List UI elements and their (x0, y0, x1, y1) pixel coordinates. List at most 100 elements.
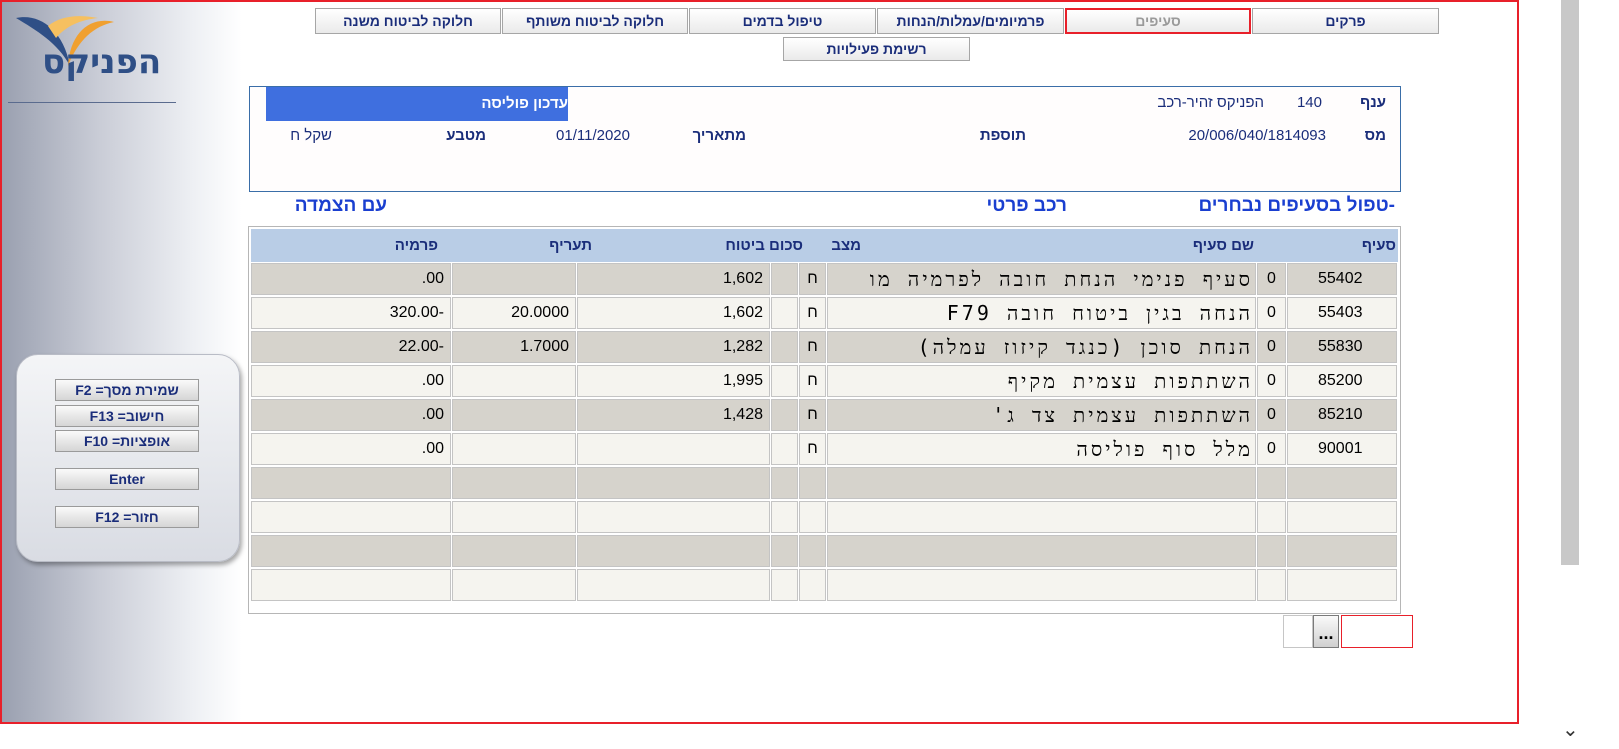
cell-tariff[interactable] (452, 467, 576, 499)
cell-tariff[interactable] (452, 433, 576, 465)
cell-status[interactable]: ח (799, 263, 826, 295)
cell-name[interactable]: מלל סוף פוליסה (827, 433, 1256, 465)
cell-premium[interactable] (251, 467, 451, 499)
enter-button[interactable]: Enter (55, 468, 199, 490)
cell-status[interactable] (799, 569, 826, 601)
cell-flag[interactable]: 0 (1257, 331, 1286, 363)
cell-status[interactable]: ח (799, 433, 826, 465)
bottom-box[interactable] (1283, 615, 1313, 648)
cell-premium[interactable] (251, 535, 451, 567)
cell-premium[interactable] (251, 569, 451, 601)
cell-tariff[interactable] (452, 535, 576, 567)
cell-flag[interactable] (1257, 467, 1286, 499)
cell-premium[interactable]: .00 (251, 433, 451, 465)
cell-flag[interactable]: 0 (1257, 263, 1286, 295)
cell-premium[interactable]: 320.00- (251, 297, 451, 329)
cell-status[interactable]: ח (799, 331, 826, 363)
cell-premium[interactable]: .00 (251, 399, 451, 431)
tab-blood-handling[interactable]: טיפול בדמים (689, 8, 876, 34)
cell-flag[interactable] (1257, 501, 1286, 533)
cell-status[interactable]: ח (799, 399, 826, 431)
cell-code[interactable]: 85210 (1287, 399, 1397, 431)
cell-blank[interactable] (771, 433, 798, 465)
cell-flag[interactable]: 0 (1257, 399, 1286, 431)
cell-sum[interactable] (577, 535, 770, 567)
cell-name[interactable]: השתתפות עצמית מקיף (827, 365, 1256, 397)
branch-name: הפניקס זהיר-רכב (1157, 94, 1264, 111)
cell-name[interactable] (827, 535, 1256, 567)
cell-premium[interactable] (251, 501, 451, 533)
cell-status[interactable]: ח (799, 365, 826, 397)
cell-premium[interactable]: .00 (251, 365, 451, 397)
lookup-button[interactable]: ... (1313, 615, 1339, 648)
cell-flag[interactable] (1257, 569, 1286, 601)
cell-tariff[interactable] (452, 569, 576, 601)
cell-code[interactable]: 55403 (1287, 297, 1397, 329)
cell-blank[interactable] (771, 263, 798, 295)
cell-code[interactable]: 55402 (1287, 263, 1397, 295)
cell-blank[interactable] (771, 535, 798, 567)
section-title: -טפול בסעיפים נבחרים (1198, 195, 1395, 216)
tab-clauses[interactable]: סעיפים (1065, 8, 1251, 34)
cell-name[interactable]: הנחת סוכן (כנגד קיזוז עמלה) (827, 331, 1256, 363)
cell-premium[interactable]: .00 (251, 263, 451, 295)
tab-chapters[interactable]: פרקים (1252, 8, 1439, 34)
cell-flag[interactable]: 0 (1257, 297, 1286, 329)
cell-name[interactable]: הנחה בגין ביטוח חובה F79 (827, 297, 1256, 329)
cell-blank[interactable] (771, 365, 798, 397)
tab-reinsurance[interactable]: חלוקה לביטוח משנה (315, 8, 501, 34)
cell-code[interactable] (1287, 467, 1397, 499)
cell-name[interactable] (827, 569, 1256, 601)
cell-blank[interactable] (771, 569, 798, 601)
cell-sum[interactable]: 1,602 (577, 297, 770, 329)
cell-tariff[interactable] (452, 399, 576, 431)
cell-blank[interactable] (771, 297, 798, 329)
clause-code-input[interactable] (1341, 615, 1413, 648)
cell-premium[interactable]: 22.00- (251, 331, 451, 363)
tab-premiums[interactable]: פרמיומים/עמלות/הנחות (877, 8, 1064, 34)
cell-tariff[interactable] (452, 365, 576, 397)
vertical-scrollbar[interactable] (1561, 0, 1579, 565)
cell-status[interactable] (799, 535, 826, 567)
cell-name[interactable] (827, 501, 1256, 533)
cell-blank[interactable] (771, 399, 798, 431)
cell-sum[interactable]: 1,602 (577, 263, 770, 295)
chevron-down-icon[interactable]: ⌄ (1562, 717, 1579, 742)
cell-blank[interactable] (771, 501, 798, 533)
cell-tariff[interactable]: 1.7000 (452, 331, 576, 363)
cell-code[interactable]: 90001 (1287, 433, 1397, 465)
cell-name[interactable] (827, 467, 1256, 499)
cell-code[interactable]: 55830 (1287, 331, 1397, 363)
save-screen-button[interactable]: שמירת מסך= F2 (55, 379, 199, 401)
cell-tariff[interactable] (452, 263, 576, 295)
cell-code[interactable] (1287, 535, 1397, 567)
cell-code[interactable] (1287, 501, 1397, 533)
tab-coinsurance[interactable]: חלוקה לביטוח משותף (502, 8, 688, 34)
cell-tariff[interactable]: 20.0000 (452, 297, 576, 329)
calculate-button[interactable]: חישוב= F13 (55, 405, 199, 427)
cell-status[interactable] (799, 501, 826, 533)
cell-flag[interactable]: 0 (1257, 365, 1286, 397)
options-button[interactable]: אופציות= F10 (55, 430, 199, 452)
tab-activities-list[interactable]: רשימת פעילויות (783, 37, 970, 61)
cell-sum[interactable]: 1,282 (577, 331, 770, 363)
cell-code[interactable]: 85200 (1287, 365, 1397, 397)
cell-code[interactable] (1287, 569, 1397, 601)
cell-blank[interactable] (771, 331, 798, 363)
cell-sum[interactable] (577, 467, 770, 499)
cell-sum[interactable] (577, 433, 770, 465)
cell-sum[interactable]: 1,428 (577, 399, 770, 431)
cell-status[interactable] (799, 467, 826, 499)
cell-flag[interactable]: 0 (1257, 433, 1286, 465)
cell-blank[interactable] (771, 467, 798, 499)
cell-flag[interactable] (1257, 535, 1286, 567)
cell-sum[interactable]: 1,995 (577, 365, 770, 397)
cell-sum[interactable] (577, 569, 770, 601)
cell-status[interactable]: ח (799, 297, 826, 329)
cell-name[interactable]: סעיף פנימי הנחת חובה לפרמיה מו (827, 263, 1256, 295)
back-button[interactable]: חזור= F12 (55, 506, 199, 528)
cell-name[interactable]: השתתפות עצמית צד ג' (827, 399, 1256, 431)
cell-sum[interactable] (577, 501, 770, 533)
vehicle-type: רכב פרטי (986, 195, 1067, 216)
cell-tariff[interactable] (452, 501, 576, 533)
